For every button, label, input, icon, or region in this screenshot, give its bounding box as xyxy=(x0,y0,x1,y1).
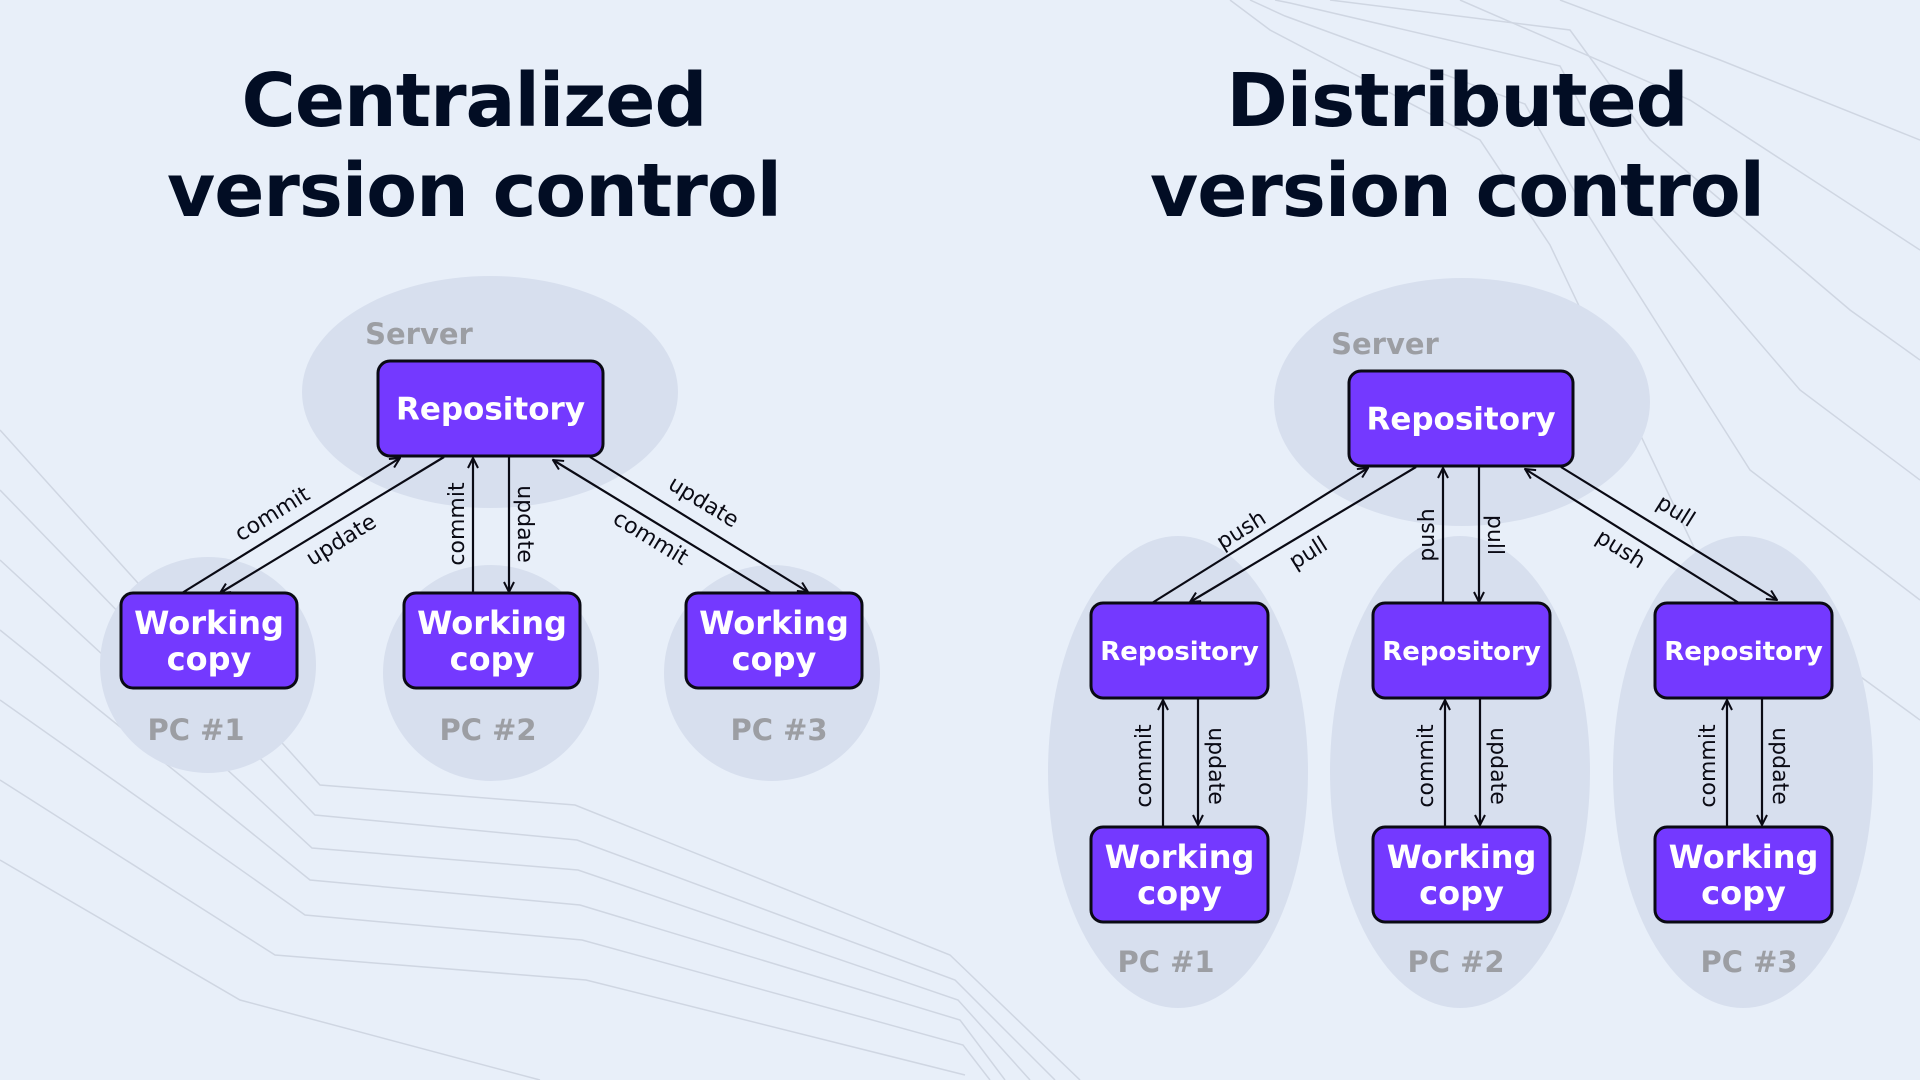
label-update-pc3-centralized: update xyxy=(664,472,743,534)
working-copy-distributed-1-label-line2: copy xyxy=(1137,874,1222,912)
label-update-pc2-centralized: update xyxy=(512,485,537,563)
working-copy-centralized-3[interactable]: Workingcopy xyxy=(684,591,864,690)
working-copy-distributed-2-label-line2: copy xyxy=(1419,874,1504,912)
local-repository-distributed-2[interactable]: Repository xyxy=(1371,601,1552,700)
server-repository-centralized-label: Repository xyxy=(396,392,585,428)
label-pull-pc2-distributed: pull xyxy=(1482,515,1507,555)
pc-group-distributed-2-label: PC #2 xyxy=(1407,945,1504,979)
working-copy-distributed-1-label-line1: Working xyxy=(1105,838,1255,876)
label-push-pc2-distributed: push xyxy=(1415,508,1440,561)
edge-push-pc3-distributed xyxy=(1525,469,1740,604)
server-group-centralized-label: Server xyxy=(365,317,473,351)
pc-group-centralized-1-label: PC #1 xyxy=(147,713,244,747)
label-pull-pc1-distributed: pull xyxy=(1285,532,1332,574)
working-copy-distributed-3-label-line1: Working xyxy=(1669,838,1819,876)
working-copy-distributed-3-label-line2: copy xyxy=(1701,874,1786,912)
working-copy-centralized-1-label-line1: Working xyxy=(134,604,284,642)
edge-push-pc1-distributed xyxy=(1151,468,1368,604)
local-repository-distributed-1[interactable]: Repository xyxy=(1089,601,1270,700)
label-update-distributed-2: update xyxy=(1485,727,1510,805)
pc-group-distributed-1-label: PC #1 xyxy=(1117,945,1214,979)
label-push-pc3-distributed: push xyxy=(1591,525,1649,574)
working-copy-centralized-3-label-line1: Working xyxy=(699,604,849,642)
label-commit-distributed-1: commit xyxy=(1132,724,1157,808)
local-repository-distributed-2-label: Repository xyxy=(1382,637,1541,667)
working-copy-centralized-1-label-line2: copy xyxy=(167,640,252,678)
server-repository-distributed-label: Repository xyxy=(1366,402,1555,438)
label-commit-distributed-3: commit xyxy=(1696,724,1721,808)
local-repository-distributed-3-label: Repository xyxy=(1664,637,1823,667)
working-copy-distributed-1[interactable]: Workingcopy xyxy=(1089,825,1270,924)
label-update-distributed-1: update xyxy=(1203,727,1228,805)
server-repository-centralized[interactable]: Repository xyxy=(376,359,605,458)
server-group-distributed-label: Server xyxy=(1331,327,1439,361)
working-copy-centralized-1[interactable]: Workingcopy xyxy=(119,591,299,690)
working-copy-distributed-2[interactable]: Workingcopy xyxy=(1371,825,1552,924)
local-repository-distributed-1-label: Repository xyxy=(1100,637,1259,667)
working-copy-distributed-3[interactable]: Workingcopy xyxy=(1653,825,1834,924)
edge-commit-pc3-centralized xyxy=(553,460,772,594)
working-copy-centralized-3-label-line2: copy xyxy=(732,640,817,678)
pc-group-centralized-3-label: PC #3 xyxy=(730,713,827,747)
working-copy-distributed-2-label-line1: Working xyxy=(1387,838,1537,876)
server-repository-distributed[interactable]: Repository xyxy=(1347,369,1575,468)
pc-group-centralized-2-label: PC #2 xyxy=(439,713,536,747)
working-copy-centralized-2-label-line2: copy xyxy=(450,640,535,678)
label-commit-distributed-2: commit xyxy=(1414,724,1439,808)
label-commit-pc2-centralized: commit xyxy=(445,482,470,566)
local-repository-distributed-3[interactable]: Repository xyxy=(1653,601,1834,700)
working-copy-centralized-2-label-line1: Working xyxy=(417,604,567,642)
label-update-distributed-3: update xyxy=(1767,727,1792,805)
pc-group-distributed-3-label: PC #3 xyxy=(1700,945,1797,979)
working-copy-centralized-2[interactable]: Workingcopy xyxy=(402,591,582,690)
vcs-diagram: Server PC #1 PC #2 PC #3 Server PC #1 PC #2 PC … xyxy=(100,276,1873,1008)
